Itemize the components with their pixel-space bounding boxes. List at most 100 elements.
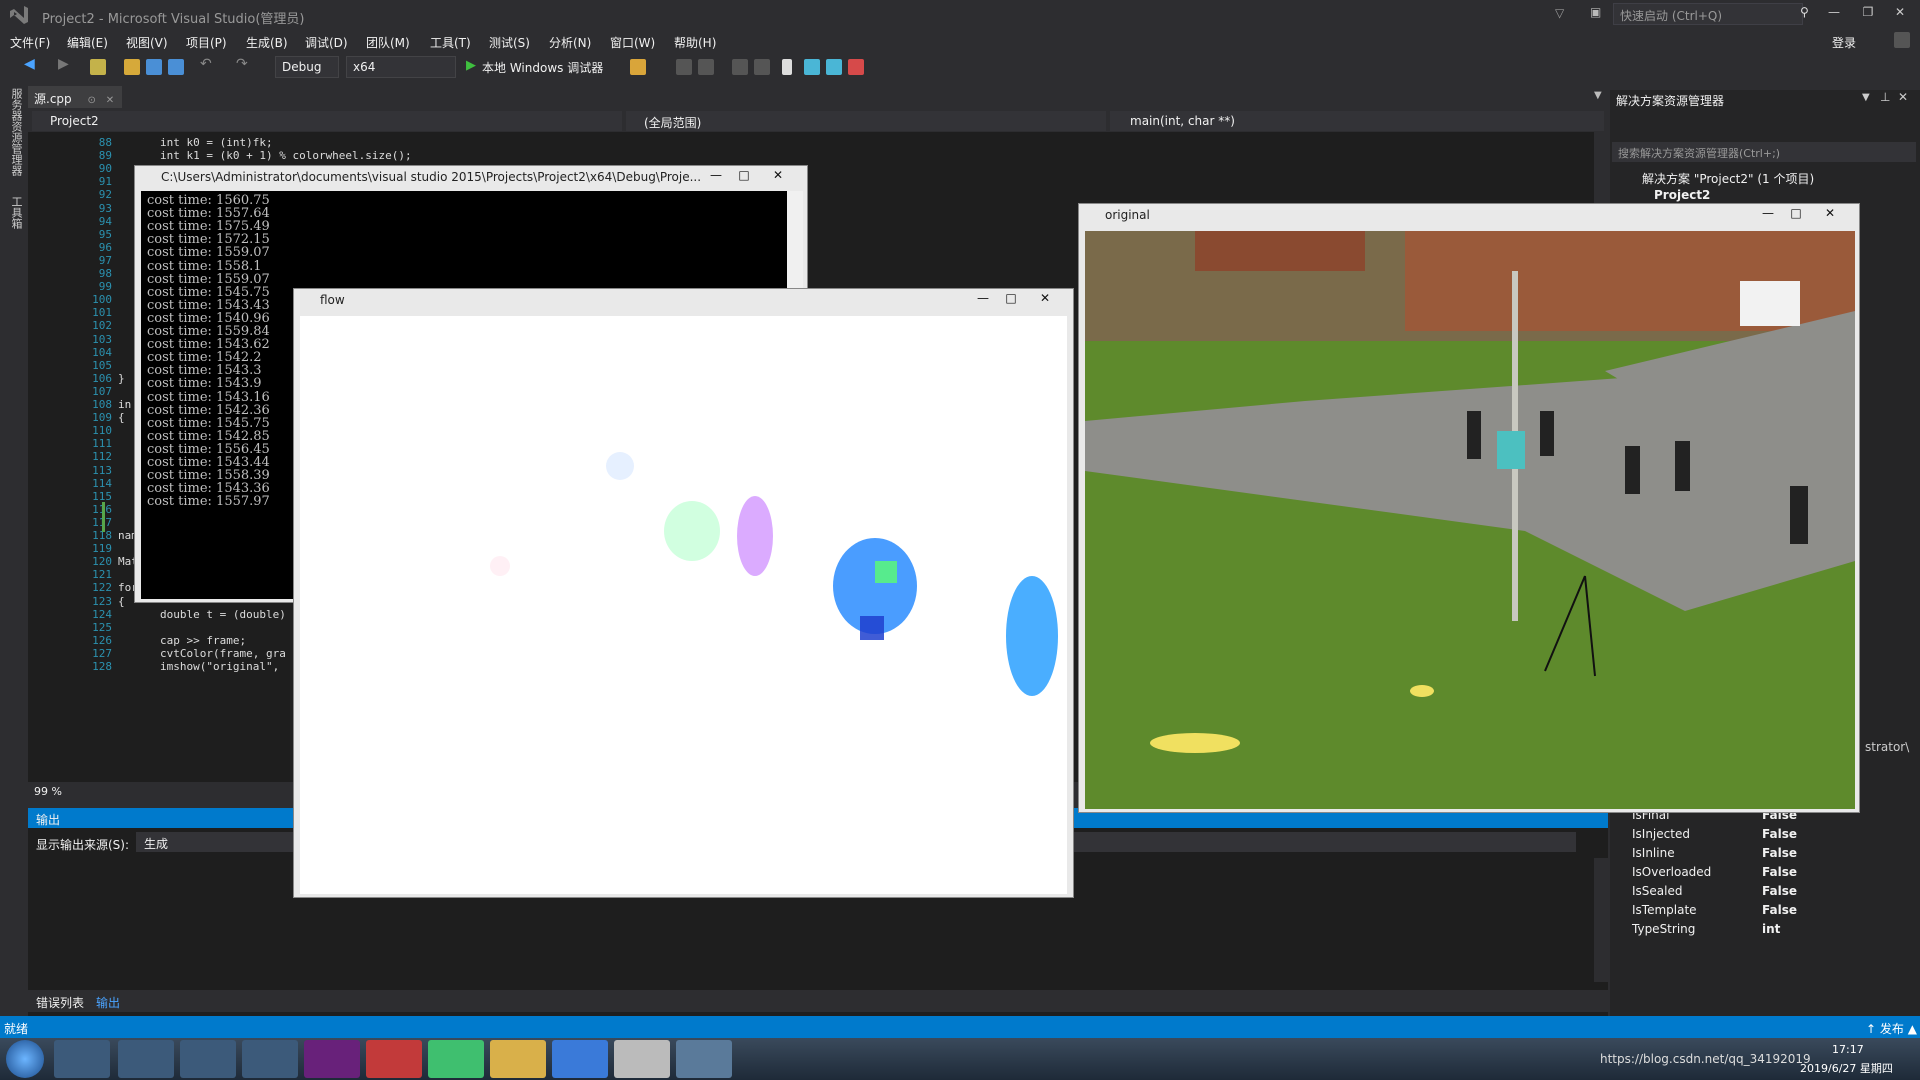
code-line: int k0 = (int)fk; bbox=[160, 136, 273, 149]
change-marker bbox=[102, 502, 105, 532]
menu-tools[interactable]: 工具(T) bbox=[430, 34, 471, 51]
attach-icon[interactable] bbox=[630, 59, 646, 75]
bookmark-icon[interactable] bbox=[782, 59, 792, 75]
console-close-button[interactable]: ✕ bbox=[765, 168, 791, 184]
taskbar-cat-app-icon[interactable] bbox=[614, 1040, 670, 1078]
menu-debug[interactable]: 调试(D) bbox=[305, 34, 348, 51]
taskbar-sogou-icon[interactable] bbox=[552, 1040, 608, 1078]
taskbar-ie-icon[interactable] bbox=[118, 1040, 174, 1078]
panel-menu-icon[interactable]: ▼ bbox=[1862, 92, 1870, 103]
platform-dropdown[interactable]: x64 bbox=[346, 56, 456, 78]
menu-build[interactable]: 生成(B) bbox=[246, 34, 288, 51]
solution-search-input[interactable]: 搜索解决方案资源管理器(Ctrl+;) bbox=[1612, 142, 1916, 162]
tab-source-cpp[interactable]: 源.cpp ⊙ ✕ bbox=[28, 86, 122, 108]
menu-test[interactable]: 测试(S) bbox=[489, 34, 530, 51]
menu-analyze[interactable]: 分析(N) bbox=[549, 34, 591, 51]
status-text: 就绪 bbox=[4, 1022, 29, 1036]
close-panel-icon[interactable]: ✕ bbox=[1898, 90, 1908, 104]
menu-project[interactable]: 项目(P) bbox=[186, 34, 227, 51]
menu-window[interactable]: 窗口(W) bbox=[610, 34, 655, 51]
menu-help[interactable]: 帮助(H) bbox=[674, 34, 716, 51]
clear-bookmarks-icon[interactable] bbox=[848, 59, 864, 75]
original-window[interactable]: original — □ ✕ bbox=[1078, 203, 1860, 813]
filter-icon[interactable]: ▽ bbox=[1555, 6, 1564, 20]
search-icon[interactable]: ⚲ bbox=[1800, 5, 1809, 19]
uncomment-icon[interactable] bbox=[754, 59, 770, 75]
new-project-icon[interactable] bbox=[90, 59, 106, 75]
login-link[interactable]: 登录 bbox=[1832, 34, 1856, 51]
start-button[interactable] bbox=[6, 1040, 44, 1078]
configuration-dropdown[interactable]: Debug bbox=[275, 56, 339, 78]
line-number: 103 bbox=[92, 332, 112, 346]
save-all-icon[interactable] bbox=[168, 59, 184, 75]
menu-view[interactable]: 视图(V) bbox=[126, 34, 168, 51]
flow-close-button[interactable]: ✕ bbox=[1032, 291, 1058, 307]
scope-combo[interactable]: (全局范围) bbox=[626, 111, 1106, 131]
taskbar-pycharm-icon[interactable] bbox=[428, 1040, 484, 1078]
zoom-label: 99 % bbox=[34, 785, 62, 798]
flow-window[interactable]: flow — □ ✕ bbox=[293, 288, 1074, 898]
prev-bookmark-icon[interactable] bbox=[804, 59, 820, 75]
menu-file[interactable]: 文件(F) bbox=[10, 34, 50, 51]
forward-icon[interactable]: ▶ bbox=[58, 56, 74, 72]
quick-launch-input[interactable]: 快速启动 (Ctrl+Q) bbox=[1613, 3, 1803, 25]
start-debugger-button[interactable]: 本地 Windows 调试器 bbox=[482, 59, 603, 76]
property-value[interactable]: False bbox=[1762, 884, 1797, 898]
console-minimize-button[interactable]: — bbox=[703, 168, 729, 184]
restore-button[interactable]: ❐ bbox=[1858, 5, 1878, 23]
save-icon[interactable] bbox=[146, 59, 162, 75]
property-value[interactable]: False bbox=[1762, 903, 1797, 917]
menu-team[interactable]: 团队(M) bbox=[366, 34, 410, 51]
pin-icon[interactable]: ⊙ bbox=[87, 95, 95, 106]
undo-icon[interactable]: ↶ bbox=[200, 56, 216, 72]
taskbar-game-icon[interactable] bbox=[180, 1040, 236, 1078]
publish-button[interactable]: ↑ 发布 ▲ bbox=[1866, 1020, 1917, 1037]
feedback-icon[interactable]: ▣ bbox=[1590, 5, 1601, 19]
flow-maximize-button[interactable]: □ bbox=[998, 291, 1024, 307]
taskbar-visual-studio-icon[interactable] bbox=[304, 1040, 360, 1078]
taskbar-explorer-icon[interactable] bbox=[490, 1040, 546, 1078]
redo-icon[interactable]: ↷ bbox=[236, 56, 252, 72]
console-maximize-button[interactable]: □ bbox=[731, 168, 757, 184]
clock-date[interactable]: 2019/6/27 星期四 bbox=[1800, 1060, 1893, 1076]
tab-overflow-icon[interactable]: ▼ bbox=[1594, 90, 1602, 101]
property-value[interactable]: False bbox=[1762, 865, 1797, 879]
start-debug-icon[interactable]: ▶ bbox=[466, 58, 476, 73]
output-scrollbar[interactable] bbox=[1594, 858, 1608, 982]
minimize-button[interactable]: — bbox=[1824, 5, 1844, 23]
pin-panel-icon[interactable]: ⊥ bbox=[1880, 90, 1890, 104]
property-value[interactable]: False bbox=[1762, 846, 1797, 860]
server-explorer-tab[interactable]: 服务器资源管理器 bbox=[8, 88, 24, 176]
project-combo[interactable]: Project2 bbox=[32, 111, 622, 131]
menu-edit[interactable]: 编辑(E) bbox=[67, 34, 108, 51]
original-close-button[interactable]: ✕ bbox=[1817, 206, 1843, 222]
close-button[interactable]: ✕ bbox=[1890, 5, 1910, 23]
zoom-combo[interactable]: 99 % bbox=[28, 782, 98, 802]
toolbox-tab[interactable]: 工具箱 bbox=[8, 196, 24, 229]
outdent-icon[interactable] bbox=[698, 59, 714, 75]
indent-icon[interactable] bbox=[676, 59, 692, 75]
tab-output[interactable]: 输出 bbox=[96, 994, 120, 1011]
original-minimize-button[interactable]: — bbox=[1755, 206, 1781, 222]
taskbar-console-icon[interactable] bbox=[676, 1040, 732, 1078]
taskbar-wechat-icon[interactable] bbox=[242, 1040, 298, 1078]
flow-minimize-button[interactable]: — bbox=[970, 291, 996, 307]
taskbar-colorful-app-icon[interactable] bbox=[54, 1040, 110, 1078]
member-combo[interactable]: main(int, char **) bbox=[1110, 111, 1604, 131]
property-name: TypeString bbox=[1632, 922, 1696, 936]
project-node[interactable]: Project2 bbox=[1654, 188, 1710, 202]
property-value[interactable]: False bbox=[1762, 827, 1797, 841]
comment-icon[interactable] bbox=[732, 59, 748, 75]
property-value[interactable]: int bbox=[1762, 922, 1780, 936]
solution-node[interactable]: 解决方案 "Project2" (1 个项目) bbox=[1642, 170, 1814, 187]
original-maximize-button[interactable]: □ bbox=[1783, 206, 1809, 222]
next-bookmark-icon[interactable] bbox=[826, 59, 842, 75]
open-file-icon[interactable] bbox=[124, 59, 140, 75]
close-tab-icon[interactable]: ✕ bbox=[106, 95, 114, 106]
back-icon[interactable]: ◀ bbox=[24, 56, 40, 72]
code-line: { bbox=[118, 594, 125, 608]
clock-time[interactable]: 17:17 bbox=[1832, 1043, 1864, 1056]
account-icon[interactable] bbox=[1894, 32, 1910, 48]
tab-error-list[interactable]: 错误列表 bbox=[36, 994, 84, 1011]
taskbar-netease-music-icon[interactable] bbox=[366, 1040, 422, 1078]
